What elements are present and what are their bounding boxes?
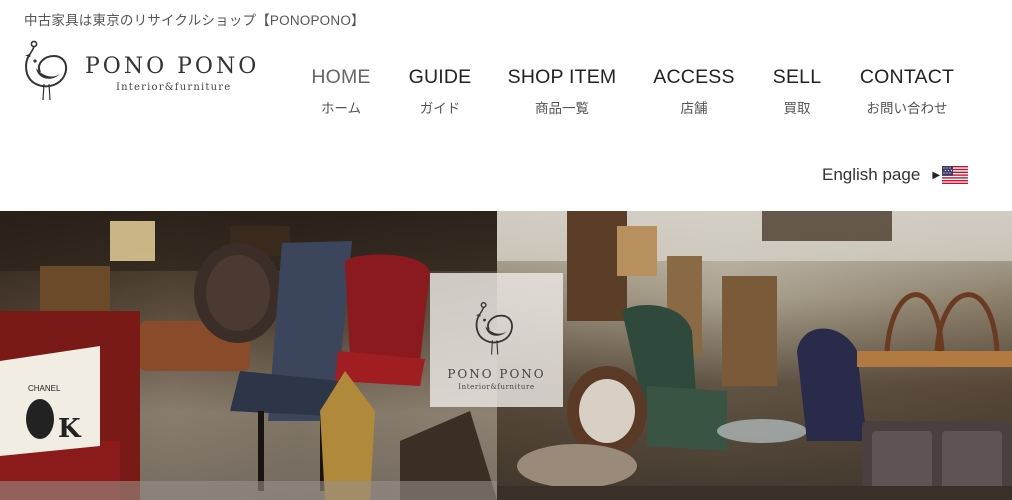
nav-label-en: HOME [311, 66, 371, 88]
nav-label-en: ACCESS [653, 66, 735, 88]
hero-banner: CHANEL K PONO PONO Interior&furniture [0, 211, 1012, 500]
nav-label-jp: 買取 [783, 101, 811, 116]
pillow-letter-text: K [58, 414, 82, 444]
logo-name: PONO PONO [85, 54, 260, 79]
nav-label-en: GUIDE [408, 66, 472, 88]
us-flag-icon [942, 166, 969, 184]
site-logo[interactable]: PONO PONO Interior&furniture [22, 38, 262, 102]
hero-photo-right [497, 211, 1012, 500]
hero-logo-subtitle: Interior&furniture [458, 383, 535, 391]
nav-label-en: CONTACT [859, 66, 955, 88]
logo-subtitle: Interior&furniture [116, 82, 232, 93]
site-tagline: 中古家具は東京のリサイクルショップ【PONOPONO】 [24, 13, 365, 28]
furniture-scene-right [497, 211, 1012, 500]
triangle-right-icon: ▶ [932, 169, 941, 181]
nav-label-en: SELL [772, 66, 822, 88]
hero-logo-name: PONO PONO [447, 367, 546, 381]
nav-item-shop-item[interactable]: SHOP ITEM 商品一覧 [508, 66, 617, 117]
hero-overlay-logo: PONO PONO Interior&furniture [430, 273, 563, 407]
hero-photo-left: CHANEL K [0, 211, 497, 500]
nav-label-jp: 商品一覧 [535, 101, 589, 116]
english-page-link[interactable]: English page ▶ [822, 163, 969, 187]
nav-item-guide[interactable]: GUIDE ガイド [409, 66, 472, 117]
nav-item-home[interactable]: HOME ホーム [311, 66, 370, 117]
nav-item-access[interactable]: ACCESS 店舗 [653, 66, 734, 117]
bird-logo-icon [25, 40, 68, 101]
main-nav: HOME ホーム GUIDE ガイド SHOP ITEM 商品一覧 ACCESS… [300, 66, 970, 122]
bird-logo-icon [475, 301, 513, 355]
nav-item-contact[interactable]: CONTACT お問い合わせ [860, 66, 954, 117]
nav-label-jp: ホーム [320, 101, 362, 116]
nav-label-jp: 店舗 [680, 101, 708, 116]
nav-label-jp: お問い合わせ [866, 101, 948, 116]
furniture-scene-left: CHANEL K [0, 211, 497, 500]
nav-label-en: SHOP ITEM [507, 66, 617, 88]
nav-item-sell[interactable]: SELL 買取 [773, 66, 822, 117]
pillow-brand-text: CHANEL [28, 384, 61, 393]
english-page-label: English page [822, 165, 921, 184]
nav-label-jp: ガイド [419, 101, 461, 116]
